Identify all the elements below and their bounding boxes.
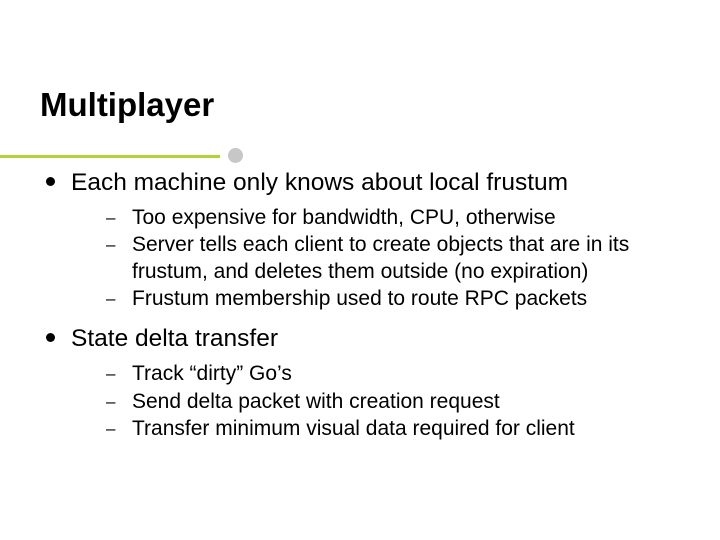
list-item: – Send delta packet with creation reques… xyxy=(106,389,680,415)
slide-title: Multiplayer xyxy=(40,86,680,124)
list-item-text: State delta transfer xyxy=(71,324,278,355)
dash-bullet-icon: – xyxy=(106,392,116,412)
list-item-text: Server tells each client to create objec… xyxy=(132,232,672,285)
disc-bullet-icon xyxy=(46,177,55,186)
accent-dot xyxy=(228,148,243,163)
list-item: State delta transfer xyxy=(46,324,680,355)
sublist-wrap: – Too expensive for bandwidth, CPU, othe… xyxy=(46,205,680,313)
bullet-list: State delta transfer xyxy=(46,324,680,355)
sub-bullet-list: – Too expensive for bandwidth, CPU, othe… xyxy=(106,205,680,313)
slide: Multiplayer Each machine only knows abou… xyxy=(0,0,720,540)
dash-bullet-icon: – xyxy=(106,235,116,255)
list-item: – Track “dirty” Go’s xyxy=(106,361,680,387)
list-item: Each machine only knows about local frus… xyxy=(46,168,680,199)
dash-bullet-icon: – xyxy=(106,208,116,228)
dash-bullet-icon: – xyxy=(106,364,116,384)
list-item-text: Track “dirty” Go’s xyxy=(132,361,292,387)
list-item: – Transfer minimum visual data required … xyxy=(106,416,680,442)
list-item: – Too expensive for bandwidth, CPU, othe… xyxy=(106,205,680,231)
slide-content: Each machine only knows about local frus… xyxy=(40,168,680,442)
list-item-text: Transfer minimum visual data required fo… xyxy=(132,416,575,442)
list-item-text: Each machine only knows about local frus… xyxy=(71,168,568,199)
sublist-wrap: – Track “dirty” Go’s – Send delta packet… xyxy=(46,361,680,442)
accent-line xyxy=(0,155,220,158)
dash-bullet-icon: – xyxy=(106,419,116,439)
list-item: – Server tells each client to create obj… xyxy=(106,232,680,285)
list-item-text: Too expensive for bandwidth, CPU, otherw… xyxy=(132,205,556,231)
list-item-text: Frustum membership used to route RPC pac… xyxy=(132,286,587,312)
list-item-text: Send delta packet with creation request xyxy=(132,389,500,415)
disc-bullet-icon xyxy=(46,333,55,342)
bullet-list: Each machine only knows about local frus… xyxy=(46,168,680,199)
list-item: – Frustum membership used to route RPC p… xyxy=(106,286,680,312)
sub-bullet-list: – Track “dirty” Go’s – Send delta packet… xyxy=(106,361,680,442)
dash-bullet-icon: – xyxy=(106,289,116,309)
